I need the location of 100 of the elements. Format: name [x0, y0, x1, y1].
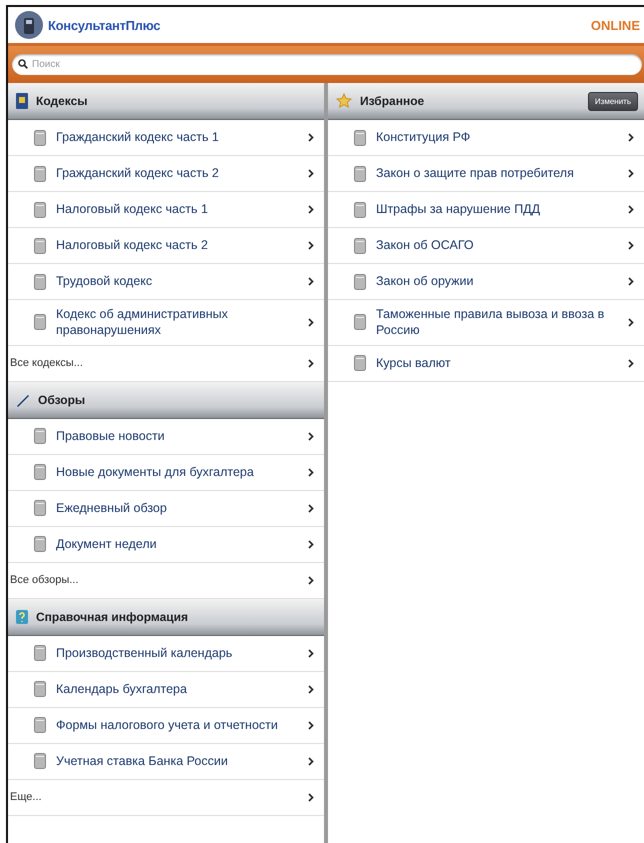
item-label: Налоговый кодекс часть 2: [56, 237, 209, 254]
document-icon: [34, 464, 46, 480]
item-label: Трудовой кодекс: [56, 273, 154, 290]
list-item[interactable]: Закон об оружии: [328, 264, 644, 300]
item-label: Новые документы для бухгалтера: [56, 464, 255, 480]
chevron-right-icon: [628, 241, 634, 250]
chevron-right-icon: [628, 133, 634, 142]
chevron-right-icon: [308, 684, 314, 694]
item-label: Курсы валют: [376, 354, 452, 372]
document-icon: [34, 274, 46, 290]
chevron-right-icon: [308, 720, 314, 730]
chevron-right-icon: [308, 318, 314, 327]
chevron-right-icon: [308, 504, 314, 512]
list-item[interactable]: Трудовой кодекс: [8, 264, 324, 300]
more-label: Все кодексы...: [10, 356, 84, 370]
list-item[interactable]: Календарь бухгалтера: [8, 672, 324, 708]
list-item[interactable]: Новые документы для бухгалтера: [8, 454, 324, 490]
question-icon: [16, 610, 28, 624]
chevron-right-icon: [308, 576, 314, 584]
chevron-right-icon: [308, 133, 314, 142]
chevron-right-icon: [308, 792, 314, 802]
list-item[interactable]: Закон об ОСАГО: [328, 228, 644, 264]
document-icon: [34, 202, 46, 218]
list-item[interactable]: Производственный календарь: [8, 636, 324, 672]
more-label: Еще...: [10, 790, 43, 804]
document-icon: [34, 717, 46, 733]
chevron-right-icon: [308, 648, 314, 658]
document-icon: [34, 681, 46, 697]
list-item[interactable]: Правовые новости: [8, 418, 324, 454]
section-title: Обзоры: [38, 392, 86, 406]
item-label: Закон об ОСАГО: [376, 237, 475, 254]
list-item[interactable]: Гражданский кодекс часть 1: [8, 120, 324, 156]
chevron-right-icon: [308, 169, 314, 178]
item-label: Формы налогового учета и отчетности: [56, 716, 279, 734]
list-item[interactable]: Налоговый кодекс часть 2: [8, 228, 324, 264]
more-label: Все обзоры...: [10, 572, 80, 588]
document-icon: [354, 355, 366, 371]
chevron-right-icon: [308, 277, 314, 286]
document-icon: [354, 166, 366, 182]
chevron-right-icon: [628, 358, 634, 368]
list-item[interactable]: Учетная ставка Банка России: [8, 744, 324, 780]
document-icon: [34, 645, 46, 661]
item-label: Документ недели: [56, 536, 158, 552]
document-icon: [34, 238, 46, 254]
chevron-right-icon: [628, 169, 634, 178]
online-status: ONLINE: [590, 18, 640, 32]
document-icon: [354, 130, 366, 146]
list-item[interactable]: Закон о защите прав потребителя: [328, 156, 644, 192]
section-title: Избранное: [360, 94, 426, 108]
document-icon: [354, 238, 366, 254]
document-icon: [34, 536, 46, 552]
document-icon: [34, 314, 46, 330]
list-item[interactable]: Налоговый кодекс часть 1: [8, 192, 324, 228]
item-label: Конституция РФ: [376, 129, 472, 146]
edit-button[interactable]: Изменить: [588, 92, 638, 110]
document-icon: [34, 166, 46, 182]
item-label: Налоговый кодекс часть 1: [56, 201, 209, 218]
list-item[interactable]: Документ недели: [8, 526, 324, 562]
chevron-right-icon: [308, 540, 314, 548]
document-icon: [34, 753, 46, 769]
list-item[interactable]: Формы налогового учета и отчетности: [8, 708, 324, 744]
item-label: Штрафы за нарушение ПДД: [376, 201, 542, 218]
search-field[interactable]: Поиск: [12, 54, 642, 75]
search-icon: [18, 59, 28, 69]
item-label: Календарь бухгалтера: [56, 680, 188, 698]
chevron-right-icon: [308, 468, 314, 476]
section-title: Справочная информация: [36, 610, 190, 624]
item-label: Ежедневный обзор: [56, 500, 168, 516]
chevron-right-icon: [308, 358, 314, 368]
logo-emblem-icon: [14, 10, 44, 40]
book-icon: [16, 93, 28, 109]
document-icon: [354, 274, 366, 290]
star-icon: [336, 93, 352, 109]
document-icon: [34, 500, 46, 516]
chevron-right-icon: [308, 432, 314, 440]
chevron-right-icon: [308, 241, 314, 250]
document-icon: [354, 314, 366, 330]
chevron-right-icon: [628, 277, 634, 286]
logo-text: КонсультантПлюс: [48, 18, 160, 32]
list-item[interactable]: Конституция РФ: [328, 120, 644, 156]
item-label: Таможенные правила вывоза и ввоза в Россию: [376, 306, 606, 338]
list-item[interactable]: Гражданский кодекс часть 2: [8, 156, 324, 192]
chevron-right-icon: [308, 205, 314, 214]
list-item[interactable]: Ежедневный обзор: [8, 490, 324, 526]
chevron-right-icon: [628, 205, 634, 214]
list-item[interactable]: Кодекс об административных правонарушениях: [8, 300, 324, 346]
chevron-right-icon: [308, 756, 314, 766]
item-label: Правовые новости: [56, 428, 166, 444]
chevron-right-icon: [628, 318, 634, 327]
list-item[interactable]: Штрафы за нарушение ПДД: [328, 192, 644, 228]
list-item[interactable]: Таможенные правила вывоза и ввоза в Россию: [328, 300, 644, 346]
item-label: Гражданский кодекс часть 2: [56, 165, 220, 182]
item-label: Учетная ставка Банка России: [56, 752, 229, 770]
document-icon: [34, 130, 46, 146]
item-label: Гражданский кодекс часть 1: [56, 129, 220, 146]
item-label: Закон об оружии: [376, 273, 475, 290]
item-label: Кодекс об административных правонарушениях: [56, 306, 229, 338]
item-label: Производственный календарь: [56, 644, 234, 662]
document-icon: [354, 202, 366, 218]
document-icon: [34, 428, 46, 444]
